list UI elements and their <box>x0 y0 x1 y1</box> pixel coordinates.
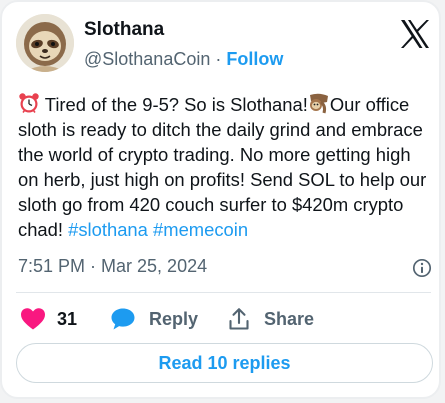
avatar[interactable] <box>16 14 74 72</box>
hashtag-memecoin[interactable]: #memecoin <box>153 219 248 240</box>
like-count: 31 <box>57 308 78 329</box>
alarm-clock-emoji <box>19 93 39 113</box>
author-display-name[interactable]: Slothana <box>84 19 164 41</box>
tweet-card: Slothana @SlothanaCoin · Follow Tired of… <box>0 0 441 399</box>
info-icon[interactable] <box>412 258 432 278</box>
tweet-text: Tired of the 9-5? So is Slothana! Our of… <box>18 92 436 242</box>
sloth-emoji <box>309 93 328 114</box>
read-replies-label: Read 10 replies <box>158 352 291 373</box>
read-replies-button[interactable]: Read 10 replies <box>16 343 433 383</box>
tweet-line1-text: Tired of the 9-5? So is Slothana! <box>44 94 308 115</box>
reply-label: Reply <box>149 308 199 329</box>
author-handle-row: @SlothanaCoin · Follow <box>84 49 283 70</box>
reply-button[interactable]: Reply <box>110 307 198 331</box>
x-logo-icon[interactable] <box>400 20 430 48</box>
reply-bubble-icon <box>111 308 135 330</box>
divider <box>16 292 431 293</box>
share-button[interactable]: Share <box>228 307 314 331</box>
share-label: Share <box>264 308 315 329</box>
tweet-timestamp[interactable]: 7:51 PM · Mar 25, 2024 <box>18 256 207 277</box>
like-button[interactable]: 31 <box>20 307 77 331</box>
hashtag-slothana[interactable]: #slothana <box>68 219 148 240</box>
share-icon <box>229 308 249 330</box>
heart-icon <box>21 308 45 330</box>
author-handle[interactable]: @SlothanaCoin <box>84 49 210 69</box>
follow-button[interactable]: Follow <box>226 49 283 69</box>
sloth-avatar-image <box>16 14 74 72</box>
tweet-line1-after-emoji: Our <box>329 94 361 115</box>
separator-dot: · <box>215 49 222 69</box>
